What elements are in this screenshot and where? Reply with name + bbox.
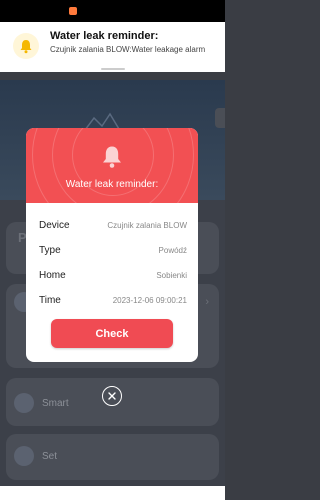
device-row: Device Czujnik zalania BLOW [39,220,187,234]
set-label: Set [42,451,58,462]
banner-message: Czujnik zalania BLOW:Water leakage alarm [50,45,206,54]
app-notification-icon [69,7,77,15]
check-button[interactable]: Check [51,319,173,348]
device-value: Czujnik zalania BLOW [107,221,187,230]
set-card[interactable] [6,434,219,480]
smart-label: Smart [42,398,69,409]
close-dialog-button[interactable] [102,386,122,406]
side-drawer-tab[interactable] [215,108,225,128]
dialog-title: Water leak reminder: [65,179,159,190]
status-bar [0,0,225,22]
settings-icon [14,446,34,466]
bell-icon [13,33,39,59]
notification-banner[interactable]: Water leak reminder: Czujnik zalania BLO… [0,22,225,72]
type-row: Type Powódź [39,245,187,259]
time-row: Time 2023-12-06 09:00:21 [39,295,187,309]
chevron-right-icon: › [205,296,209,308]
type-value: Powódź [158,246,187,255]
alarm-bell-icon [103,146,121,168]
alert-dialog: Water leak reminder: Device Czujnik zala… [26,128,198,362]
time-value: 2023-12-06 09:00:21 [112,296,187,305]
smart-icon [14,393,34,413]
close-icon [108,392,116,400]
navigation-bar [0,486,225,500]
time-key: Time [39,295,61,306]
home-value: Sobienki [156,271,187,280]
banner-title: Water leak reminder: [50,30,159,42]
dialog-header: Water leak reminder: [26,128,198,203]
home-key: Home [39,270,66,281]
device-key: Device [39,220,70,231]
banner-drag-handle[interactable] [101,68,125,70]
type-key: Type [39,245,61,256]
home-row: Home Sobienki [39,270,187,284]
